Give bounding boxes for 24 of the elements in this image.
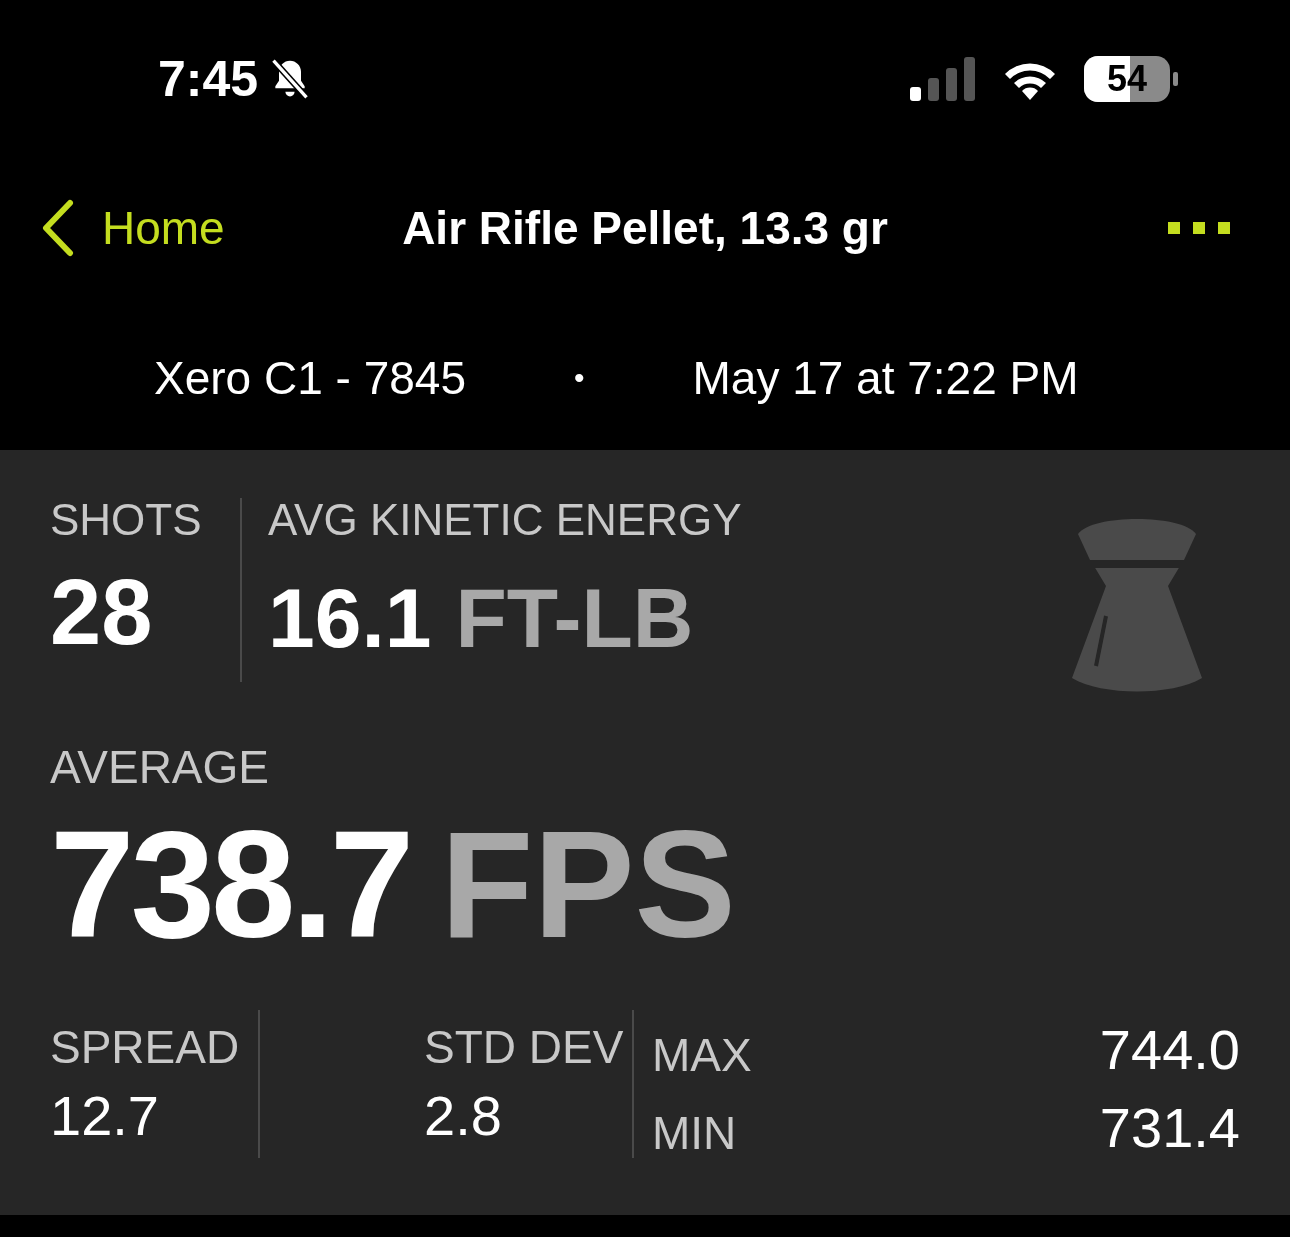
stat-value: 12.7 (50, 1088, 160, 1144)
stat-value: 744.0 (1099, 1022, 1240, 1078)
stat-label: SHOTS (50, 498, 203, 542)
signal-icon (910, 57, 976, 101)
average-label: AVERAGE (50, 744, 270, 790)
energy-unit: FT-LB (455, 576, 694, 660)
shots-count: 28 (50, 566, 154, 658)
separator-dot: • (573, 362, 585, 393)
stat-label: AVG KINETIC ENERGY (268, 498, 743, 542)
back-button[interactable]: Home (40, 198, 340, 257)
stat-label: MAX (652, 1032, 752, 1078)
stat-value: 2.8 (424, 1088, 503, 1144)
chevron-left-icon (40, 198, 74, 257)
status-time: 7:45 (158, 54, 259, 104)
battery-icon (1084, 56, 1178, 102)
energy-value: 16.1 (268, 576, 432, 660)
average-unit: FPS (440, 808, 736, 960)
stat-label: SPREAD (50, 1020, 241, 1070)
average-value: 738.7 (50, 808, 411, 960)
stat-label: MIN (652, 1110, 737, 1156)
stat-label: STD DEV (424, 1020, 625, 1070)
battery-percent: 54 (1106, 61, 1147, 97)
device-name: Xero C1 - 7845 (154, 354, 466, 401)
stat-value: 731.4 (1099, 1100, 1240, 1156)
